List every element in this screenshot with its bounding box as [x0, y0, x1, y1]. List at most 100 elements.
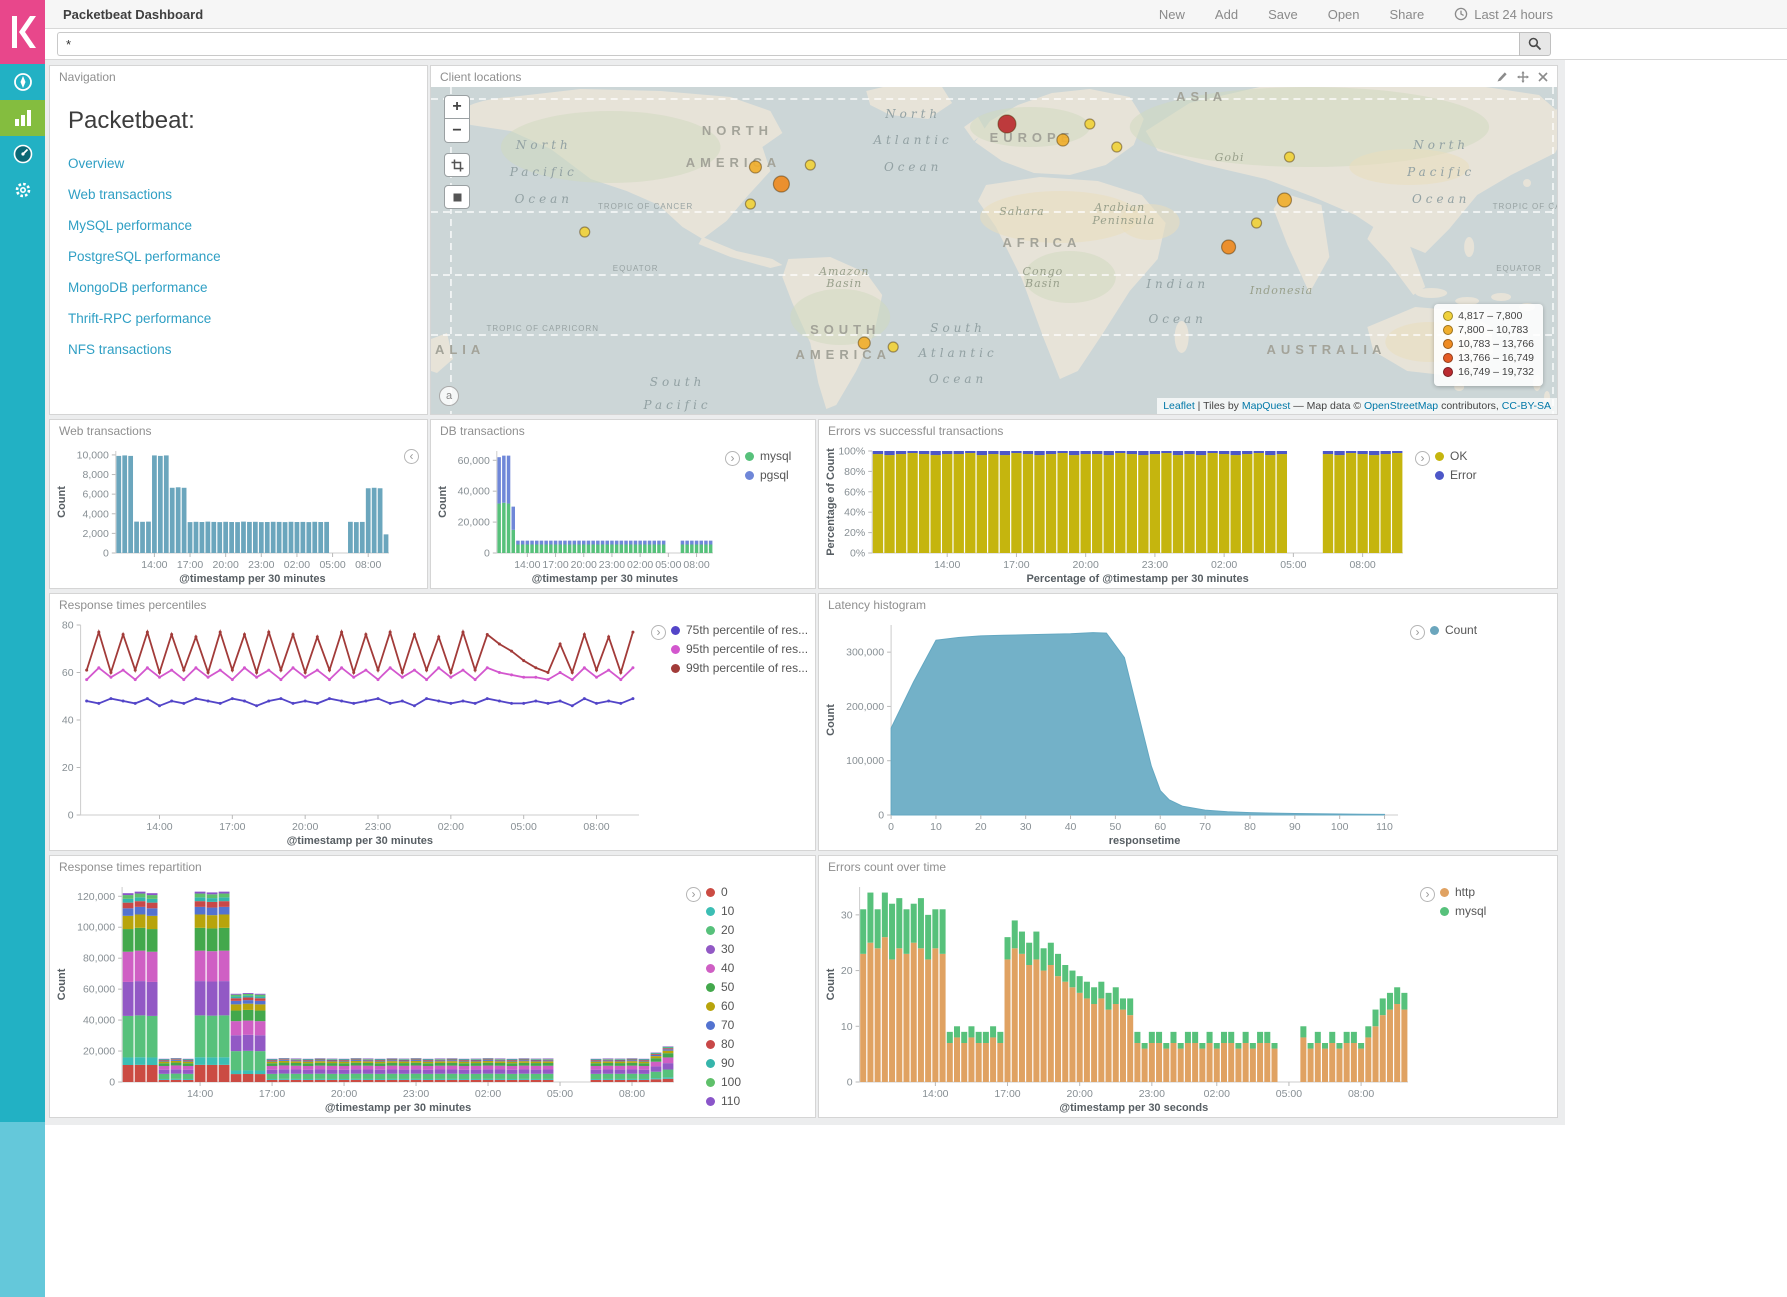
legend-item-count[interactable]: Count — [1430, 623, 1477, 637]
nav-item: MongoDB performance — [68, 279, 409, 297]
map-marker[interactable] — [580, 227, 590, 237]
map-marker[interactable] — [888, 342, 898, 352]
fit-bounds-button[interactable] — [444, 185, 470, 209]
map-marker[interactable] — [1252, 218, 1262, 228]
discover-compass-icon[interactable] — [0, 64, 45, 100]
svg-text:20%: 20% — [844, 527, 865, 539]
zoom-out-button[interactable]: − — [444, 119, 470, 143]
search-button[interactable] — [1519, 32, 1551, 56]
map-marker[interactable] — [1222, 240, 1236, 254]
close-icon[interactable] — [1538, 72, 1548, 82]
menu-open[interactable]: Open — [1328, 7, 1360, 22]
dashboard-gauge-icon[interactable] — [0, 136, 45, 172]
map-marker[interactable] — [749, 161, 761, 173]
nav-link-mysql-performance[interactable]: MySQL performance — [68, 218, 192, 233]
legend-item-20[interactable]: 20 — [706, 923, 741, 937]
legend-item-0[interactable]: 0 — [706, 885, 741, 899]
legend-item-99th-percentile-of-res[interactable]: 99th percentile of res... — [671, 661, 808, 675]
svg-text:60%: 60% — [844, 486, 865, 498]
svg-text:08:00: 08:00 — [619, 1088, 645, 1100]
legend-item-70[interactable]: 70 — [706, 1018, 741, 1032]
kibana-logo[interactable] — [0, 0, 45, 64]
map-label-tropic-of-ca: TROPIC OF CA — [1493, 202, 1557, 211]
svg-text:60,000: 60,000 — [83, 984, 115, 996]
visualize-bar-chart-icon[interactable] — [0, 100, 45, 136]
osm-link[interactable]: OpenStreetMap — [1364, 400, 1438, 412]
draw-filter-crop-button[interactable] — [444, 153, 470, 177]
map-legend-item: 16,749 – 19,732 — [1443, 366, 1534, 378]
legend-item-mysql[interactable]: mysql — [1440, 904, 1486, 918]
legend-collapse-button[interactable]: › — [725, 451, 740, 466]
legend-collapse-button[interactable]: › — [651, 625, 666, 640]
legend-item-60[interactable]: 60 — [706, 999, 741, 1013]
legend-label: 100 — [721, 1075, 741, 1089]
legend-item-http[interactable]: http — [1440, 885, 1486, 899]
map-marker[interactable] — [1057, 134, 1069, 146]
menu-save[interactable]: Save — [1268, 7, 1298, 22]
legend-item-90[interactable]: 90 — [706, 1056, 741, 1070]
legend-item-30[interactable]: 30 — [706, 942, 741, 956]
legend-item-100[interactable]: 100 — [706, 1075, 741, 1089]
zoom-in-button[interactable]: + — [444, 95, 470, 119]
map-marker[interactable] — [1112, 142, 1122, 152]
legend-dot — [745, 452, 754, 461]
nav-link-web-transactions[interactable]: Web transactions — [68, 187, 172, 202]
db-transactions-chart[interactable]: 020,00040,00060,00014:0017:0020:0023:000… — [435, 443, 723, 585]
mapquest-link[interactable]: MapQuest — [1242, 400, 1290, 412]
leaflet-link[interactable]: Leaflet — [1163, 400, 1195, 412]
move-icon[interactable] — [1517, 71, 1529, 83]
map-marker[interactable] — [745, 199, 755, 209]
map-marker[interactable] — [1277, 193, 1291, 207]
legend-expand-button[interactable]: ‹ — [404, 449, 419, 464]
legend-item-50[interactable]: 50 — [706, 980, 741, 994]
legend-item-error[interactable]: Error — [1435, 468, 1477, 482]
menu-add[interactable]: Add — [1215, 7, 1238, 22]
legend-item-mysql[interactable]: mysql — [745, 449, 791, 463]
map-label-basin: Basin — [825, 277, 862, 290]
nav-link-thrift-rpc-performance[interactable]: Thrift-RPC performance — [68, 311, 211, 326]
response-times-percentiles-chart[interactable]: 02040608014:0017:0020:0023:0002:0005:000… — [54, 617, 649, 847]
legend-collapse-button[interactable]: › — [1420, 887, 1435, 902]
map-marker[interactable] — [1284, 152, 1294, 162]
map-marker[interactable] — [858, 337, 870, 349]
svg-text:02:00: 02:00 — [1204, 1088, 1230, 1100]
query-input[interactable] — [57, 32, 1519, 56]
legend-item-40[interactable]: 40 — [706, 961, 741, 975]
legend-item-95th-percentile-of-res[interactable]: 95th percentile of res... — [671, 642, 808, 656]
legend-item-ok[interactable]: OK — [1435, 449, 1477, 463]
legend-item-pgsql[interactable]: pgsql — [745, 468, 791, 482]
map-marker[interactable] — [998, 115, 1016, 133]
svg-text:23:00: 23:00 — [365, 821, 391, 833]
legend-collapse-button[interactable]: › — [686, 887, 701, 902]
nav-link-mongodb-performance[interactable]: MongoDB performance — [68, 280, 208, 295]
legend-item-75th-percentile-of-res[interactable]: 75th percentile of res... — [671, 623, 808, 637]
time-picker[interactable]: Last 24 hours — [1454, 7, 1553, 22]
svg-text:50: 50 — [1110, 821, 1122, 833]
web-transactions-chart[interactable]: 02,0004,0006,0008,00010,00014:0017:0020:… — [54, 443, 399, 585]
errors-vs-successful-chart[interactable]: 0%20%40%60%80%100%14:0017:0020:0023:0002… — [823, 443, 1413, 585]
settings-gear-icon[interactable] — [0, 172, 45, 208]
edit-pencil-icon[interactable] — [1497, 71, 1508, 82]
legend-item-80[interactable]: 80 — [706, 1037, 741, 1051]
response-times-repartition-chart[interactable]: 020,00040,00060,00080,000100,000120,0001… — [54, 879, 684, 1114]
menu-new[interactable]: New — [1159, 7, 1185, 22]
svg-text:08:00: 08:00 — [683, 559, 709, 571]
nav-link-nfs-transactions[interactable]: NFS transactions — [68, 342, 172, 357]
panel-title: Response times repartition — [59, 860, 202, 874]
nav-link-overview[interactable]: Overview — [68, 156, 124, 171]
legend-dot — [706, 907, 715, 916]
nav-link-postgresql-performance[interactable]: PostgreSQL performance — [68, 249, 221, 264]
menu-share[interactable]: Share — [1390, 7, 1425, 22]
map-marker[interactable] — [1085, 119, 1095, 129]
legend-item-110[interactable]: 110 — [706, 1094, 741, 1108]
latency-histogram-chart[interactable]: 0100,000200,000300,000010203040506070809… — [823, 617, 1408, 847]
world-map[interactable]: NORTHAMERICASOUTHAMERICAEUROPEAFRICAASIA… — [431, 87, 1557, 414]
legend-collapse-button[interactable]: › — [1410, 625, 1425, 640]
map-marker[interactable] — [773, 176, 789, 192]
license-link[interactable]: CC-BY-SA — [1502, 400, 1551, 412]
errors-count-over-time-chart[interactable]: 010203014:0017:0020:0023:0002:0005:0008:… — [823, 879, 1418, 1114]
legend-collapse-button[interactable]: › — [1415, 451, 1430, 466]
legend-item-10[interactable]: 10 — [706, 904, 741, 918]
map-marker[interactable] — [805, 160, 815, 170]
svg-text:200,000: 200,000 — [846, 701, 884, 713]
